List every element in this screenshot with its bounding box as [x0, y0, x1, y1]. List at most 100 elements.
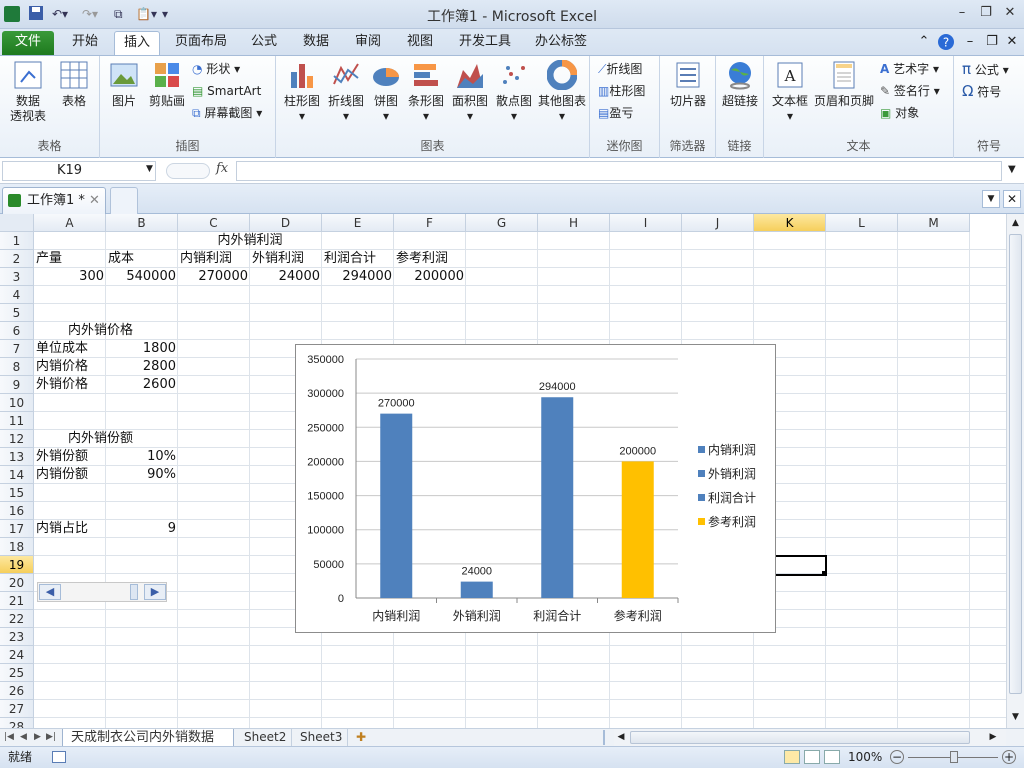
textbox-button[interactable]: A 文本框 ▾	[768, 60, 812, 124]
row-header-13[interactable]: 13	[0, 448, 34, 466]
row-header-22[interactable]: 22	[0, 610, 34, 628]
tab-review[interactable]: 审阅	[346, 31, 390, 55]
close-workbook-icon[interactable]: ✕	[1003, 190, 1021, 208]
table-button[interactable]: 表格	[54, 60, 94, 109]
form-scrollbar-control[interactable]: ◀ ▶	[37, 582, 167, 602]
wb-restore-icon[interactable]: ❐	[984, 31, 1000, 55]
sheet-nav-next-icon[interactable]: ▶	[34, 729, 41, 747]
shapes-button[interactable]: ◔ 形状 ▾	[192, 60, 240, 78]
scatter-chart-button[interactable]: 散点图 ▾	[492, 60, 536, 124]
row-header-4[interactable]: 4	[0, 286, 34, 304]
column-header-a[interactable]: A	[34, 214, 106, 232]
row-header-3[interactable]: 3	[0, 268, 34, 286]
column-header-b[interactable]: B	[106, 214, 178, 232]
hyperlink-button[interactable]: 超链接	[716, 60, 764, 109]
slicer-button[interactable]: 切片器	[664, 60, 712, 109]
row-header-2[interactable]: 2	[0, 250, 34, 268]
row-header-11[interactable]: 11	[0, 412, 34, 430]
sparkline-column-button[interactable]: ▥柱形图	[598, 82, 645, 100]
row-header-20[interactable]: 20	[0, 574, 34, 592]
cell-f3[interactable]: 200000	[394, 268, 464, 286]
picture-button[interactable]: 图片	[104, 60, 144, 109]
sheet-nav-last-icon[interactable]: ▶|	[46, 729, 56, 747]
row-header-23[interactable]: 23	[0, 628, 34, 646]
row-header-12[interactable]: 12	[0, 430, 34, 448]
cell-a14[interactable]: 内销份额	[36, 466, 88, 484]
cell-a17[interactable]: 内销占比	[36, 520, 88, 538]
scroll-right-icon[interactable]: ▶	[144, 584, 166, 600]
sheet-nav-prev-icon[interactable]: ◀	[20, 729, 27, 747]
cell-a6[interactable]: 内外销价格	[68, 322, 133, 340]
row-header-6[interactable]: 6	[0, 322, 34, 340]
column-header-c[interactable]: C	[178, 214, 250, 232]
row-header-9[interactable]: 9	[0, 376, 34, 394]
screenshot-button[interactable]: ⧉ 屏幕截图 ▾	[192, 104, 262, 122]
restore-icon[interactable]: ❐	[975, 4, 997, 22]
row-header-26[interactable]: 26	[0, 682, 34, 700]
cell-c1[interactable]: 内外销利润	[178, 232, 322, 250]
tab-split-handle[interactable]	[603, 730, 609, 745]
cell-b3[interactable]: 540000	[106, 268, 176, 286]
sparkline-winloss-button[interactable]: ▤盈亏	[598, 104, 633, 122]
page-break-view-icon[interactable]	[824, 750, 840, 764]
close-window-icon[interactable]: ✕	[999, 4, 1021, 22]
page-layout-view-icon[interactable]	[804, 750, 820, 764]
row-header-19[interactable]: 19	[0, 556, 34, 574]
tab-view[interactable]: 视图	[398, 31, 442, 55]
formula-bar-resize-handle[interactable]	[166, 163, 210, 179]
cell-c3[interactable]: 270000	[178, 268, 248, 286]
column-header-l[interactable]: L	[826, 214, 898, 232]
other-charts-button[interactable]: 其他图表 ▾	[536, 60, 588, 124]
cell-d3[interactable]: 24000	[250, 268, 320, 286]
column-header-e[interactable]: E	[322, 214, 394, 232]
sheet-tab-3[interactable]: Sheet3	[296, 729, 348, 747]
row-header-8[interactable]: 8	[0, 358, 34, 376]
minimize-icon[interactable]: –	[951, 4, 973, 22]
help-icon[interactable]: ?	[936, 33, 956, 57]
sparkline-line-button[interactable]: ⟋折线图	[598, 60, 642, 78]
bar-chart-button[interactable]: 条形图 ▾	[406, 60, 446, 124]
sheet-nav-first-icon[interactable]: |◀	[4, 729, 14, 747]
row-header-17[interactable]: 17	[0, 520, 34, 538]
scroll-thumb[interactable]	[130, 584, 138, 600]
row-header-27[interactable]: 27	[0, 700, 34, 718]
row-header-28[interactable]: 28	[0, 718, 34, 728]
pie-chart-button[interactable]: 饼图 ▾	[368, 60, 404, 124]
cell-b7[interactable]: 1800	[106, 340, 176, 358]
cell-b13[interactable]: 10%	[106, 448, 176, 466]
scroll-left-icon[interactable]: ◀	[39, 584, 61, 600]
row-header-14[interactable]: 14	[0, 466, 34, 484]
sheet-tab-active[interactable]: 天成制衣公司内外销数据	[62, 729, 234, 747]
line-chart-button[interactable]: 折线图 ▾	[324, 60, 368, 124]
cell-b8[interactable]: 2800	[106, 358, 176, 376]
cell-a12[interactable]: 内外销份额	[68, 430, 133, 448]
tab-office-tab[interactable]: 办公标签	[528, 31, 594, 55]
cell-e3[interactable]: 294000	[322, 268, 392, 286]
tab-developer[interactable]: 开发工具	[452, 31, 518, 55]
zoom-slider-thumb[interactable]	[950, 751, 958, 763]
cell-e2[interactable]: 利润合计	[324, 250, 376, 268]
tab-insert[interactable]: 插入	[114, 31, 160, 55]
zoom-level[interactable]: 100%	[848, 747, 882, 767]
smartart-button[interactable]: ▤ SmartArt	[192, 82, 261, 100]
equation-button[interactable]: π 公式 ▾	[962, 60, 1009, 78]
column-header-f[interactable]: F	[394, 214, 466, 232]
scroll-up-icon[interactable]: ▲	[1007, 214, 1024, 232]
row-header-10[interactable]: 10	[0, 394, 34, 412]
tab-list-dropdown-icon[interactable]: ▼	[982, 190, 1000, 208]
column-header-k[interactable]: K	[754, 214, 826, 232]
hscroll-right-icon[interactable]: ▶	[986, 729, 1000, 746]
row-header-5[interactable]: 5	[0, 304, 34, 322]
row-header-18[interactable]: 18	[0, 538, 34, 556]
new-workbook-tab[interactable]	[110, 187, 138, 214]
vscroll-thumb[interactable]	[1009, 234, 1022, 694]
wb-minimize-icon[interactable]: –	[962, 31, 978, 55]
tab-formulas[interactable]: 公式	[242, 31, 286, 55]
row-header-15[interactable]: 15	[0, 484, 34, 502]
pivot-table-button[interactable]: 数据 透视表	[4, 60, 52, 124]
horizontal-scrollbar[interactable]: ◀ ▶	[614, 729, 1006, 746]
cell-a7[interactable]: 单位成本	[36, 340, 88, 358]
column-header-h[interactable]: H	[538, 214, 610, 232]
cell-a8[interactable]: 内销价格	[36, 358, 88, 376]
tab-home[interactable]: 开始	[60, 31, 110, 55]
